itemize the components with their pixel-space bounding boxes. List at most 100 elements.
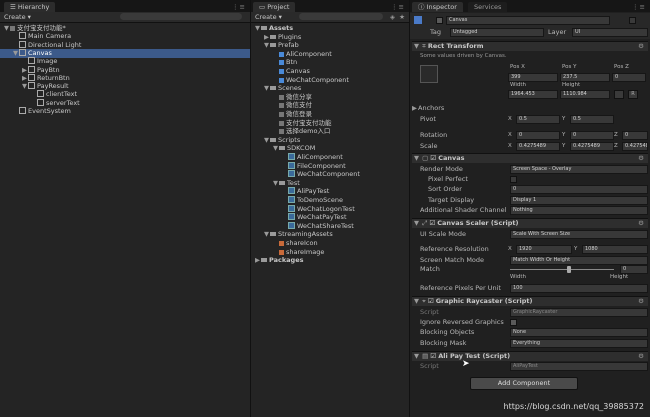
pixel-perfect-checkbox[interactable] [510, 176, 517, 183]
canvas-foldout-icon: ▼ [414, 154, 419, 162]
canvas-scaler-header[interactable]: ▼ ⤢ ☑ Canvas Scaler (Script) ⚙ [412, 218, 648, 228]
anchor-preset-icon[interactable] [420, 65, 438, 83]
gameobject-icon [19, 107, 26, 114]
hierarchy-window-menu-icon[interactable]: ⋮≡ [232, 3, 246, 11]
screen-match-dropdown[interactable]: Match Width Or Height [510, 256, 648, 265]
rot-y-field[interactable]: 0 [570, 131, 614, 140]
rot-x-field[interactable]: 0 [516, 131, 560, 140]
ali-pay-test-header[interactable]: ▼ ▤ ☑ Ali Pay Test (Script) ⚙ [412, 351, 648, 361]
pivot-y-prefix: Y [562, 116, 566, 122]
unity-scene-icon [279, 120, 284, 126]
hierarchy-item-label: Main Camera [28, 32, 72, 41]
rect-transform-settings-icon[interactable]: ⚙ [638, 42, 644, 51]
render-mode-dropdown[interactable]: Screen Space - Overlay [510, 165, 648, 174]
pixels-per-unit-field[interactable]: 100 [510, 284, 648, 293]
rotation-label: Rotation [420, 131, 448, 139]
graphic-raycaster-settings-icon[interactable]: ⚙ [638, 297, 644, 306]
blocking-mask-label: Blocking Mask [420, 339, 467, 347]
canvas-component-header[interactable]: ▼ ▢ ☑ Canvas ⚙ [412, 153, 648, 163]
canvas-enabled-checkbox[interactable]: ☑ [430, 154, 436, 162]
project-filter-icon[interactable]: ◈ [390, 13, 395, 21]
project-item-label: AliPayTest [297, 187, 330, 196]
inspector-window-menu-icon[interactable]: ⋮≡ [632, 3, 646, 11]
rot-x-prefix: X [508, 132, 512, 138]
prefab-icon [279, 60, 284, 66]
unity-scene-icon [279, 112, 284, 117]
csharp-script-icon [288, 196, 295, 203]
ref-x-field[interactable]: 1920 [516, 245, 572, 254]
project-item[interactable]: ▶ Packages [251, 256, 409, 265]
project-item-label: WeChatComponent [297, 170, 360, 179]
rot-z-prefix: Z [614, 132, 618, 138]
match-height-caption: Height [610, 274, 629, 280]
hierarchy-item-label: clientText [46, 90, 77, 99]
canvas-settings-icon[interactable]: ⚙ [638, 154, 644, 163]
height-field[interactable]: 1110.984 [560, 90, 610, 99]
texture-icon [279, 249, 284, 255]
shader-channel-label: Additional Shader Channel [420, 206, 507, 214]
ignore-reversed-checkbox[interactable] [510, 319, 517, 326]
scale-y-field[interactable]: 0.4275489 [570, 142, 614, 151]
match-width-caption: Width [510, 274, 526, 280]
inspector-panel: ⓘ Inspector Services ⋮≡ Canvas Tag Untag… [410, 0, 650, 417]
ali-pay-script-field: AliPayTest [510, 362, 648, 371]
target-display-dropdown[interactable]: Display 1 [510, 196, 648, 205]
project-item-label: shareImage [286, 247, 325, 256]
add-component-button[interactable]: Add Component [470, 377, 578, 390]
scale-z-field[interactable]: 0.4275489 [622, 142, 648, 151]
rot-z-field[interactable]: 0 [622, 131, 648, 140]
gameobject-icon [28, 82, 35, 90]
shader-channel-dropdown[interactable]: Nothing [510, 206, 648, 215]
hierarchy-tabbar: ☰ Hierarchy ⋮≡ [0, 0, 250, 12]
watermark-text: https://blog.csdn.net/qq_39885372 [503, 402, 644, 411]
tab-project[interactable]: ▭ Project [253, 2, 296, 12]
posz-field[interactable]: 0 [612, 73, 646, 82]
graphic-raycaster-header[interactable]: ▼ ⌖ ☑ Graphic Raycaster (Script) ⚙ [412, 296, 648, 306]
project-favorite-icon[interactable]: ★ [399, 13, 405, 21]
project-create-button[interactable]: Create ▾ [255, 13, 282, 21]
project-search-input[interactable] [299, 13, 383, 20]
gameobject-icon [37, 90, 44, 98]
project-item-label: Assets [269, 24, 294, 32]
blocking-mask-dropdown[interactable]: Everything [510, 339, 648, 348]
width-field[interactable]: 1964.453 [508, 90, 558, 99]
project-item-label: Plugins [278, 32, 302, 41]
project-window-menu-icon[interactable]: ⋮≡ [391, 3, 405, 11]
hierarchy-item[interactable]: EventSystem [0, 107, 250, 116]
rot-y-prefix: Y [562, 132, 566, 138]
hierarchy-create-button[interactable]: Create ▾ [4, 13, 31, 21]
project-item-label: Btn [286, 58, 298, 67]
project-toolbar: Create ▾ ◈ ★ [251, 12, 409, 23]
hierarchy-item-label: 支付宝支付功能* [17, 24, 66, 32]
blueprint-button[interactable] [614, 90, 624, 99]
layer-dropdown[interactable]: UI [572, 28, 648, 37]
hierarchy-search-input[interactable] [120, 13, 242, 20]
match-slider-handle[interactable] [567, 266, 571, 273]
scale-x-field[interactable]: 0.4275489 [516, 142, 560, 151]
object-name-field[interactable]: Canvas [446, 16, 610, 25]
tab-inspector[interactable]: ⓘ Inspector [412, 2, 463, 12]
active-checkbox[interactable] [436, 17, 443, 24]
canvas-scaler-settings-icon[interactable]: ⚙ [638, 219, 644, 228]
static-checkbox[interactable] [629, 17, 636, 24]
tab-services[interactable]: Services [468, 2, 508, 12]
ali-pay-test-enabled-checkbox[interactable]: ☑ [430, 352, 436, 360]
pivot-x-field[interactable]: 0.5 [516, 115, 560, 124]
graphic-raycaster-enabled-checkbox[interactable]: ☑ [428, 297, 434, 305]
object-header: Canvas Tag Untagged Layer UI [410, 13, 650, 39]
pixel-perfect-label: Pixel Perfect [428, 175, 468, 183]
ali-pay-test-settings-icon[interactable]: ⚙ [638, 352, 644, 361]
pivot-y-field[interactable]: 0.5 [570, 115, 614, 124]
anchors-foldout[interactable]: ▶Anchors [412, 104, 444, 112]
rect-transform-header[interactable]: ▼ ⌗ Rect Transform ⚙ [412, 41, 648, 51]
match-slider-track[interactable] [510, 269, 614, 270]
ui-scale-mode-dropdown[interactable]: Scale With Screen Size [510, 230, 648, 239]
blocking-objects-dropdown[interactable]: None [510, 328, 648, 337]
canvas-scaler-enabled-checkbox[interactable]: ☑ [429, 219, 435, 227]
raw-edit-button[interactable]: R [628, 90, 638, 99]
sort-order-field[interactable]: 0 [510, 185, 648, 194]
canvas-scaler-foldout-icon: ▼ [414, 219, 419, 227]
ref-y-field[interactable]: 1080 [582, 245, 648, 254]
tab-hierarchy[interactable]: ☰ Hierarchy [4, 2, 56, 12]
tag-dropdown[interactable]: Untagged [450, 28, 544, 37]
